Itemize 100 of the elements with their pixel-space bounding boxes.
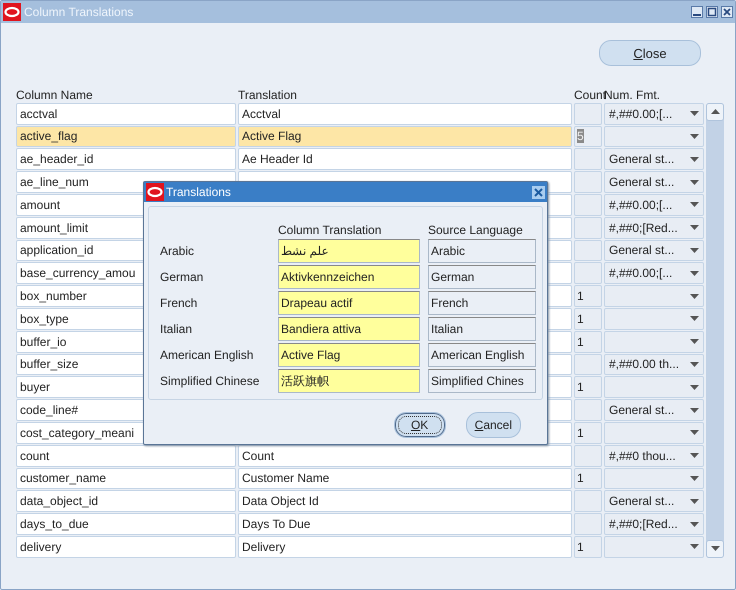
- caret-icon: [690, 362, 699, 367]
- caret-icon: [690, 430, 699, 436]
- caret-icon: [690, 111, 699, 116]
- scrollbar[interactable]: [706, 102, 724, 558]
- translation-cell[interactable]: Active Flag: [238, 126, 572, 148]
- caret-icon: [690, 384, 699, 390]
- format-dropdown[interactable]: #,##0.00;[...: [604, 102, 704, 125]
- column-name-cell[interactable]: count: [16, 444, 236, 467]
- translation-field[interactable]: Drapeau actif: [278, 291, 420, 315]
- format-dropdown[interactable]: General st...: [604, 148, 704, 170]
- logo-icon: [3, 3, 21, 21]
- caret-icon: [690, 544, 699, 550]
- caret-icon: [690, 294, 699, 299]
- translation-cell[interactable]: Delivery: [238, 536, 572, 558]
- scroll-up-button[interactable]: [706, 102, 724, 121]
- format-dropdown[interactable]: [604, 422, 704, 444]
- translation-cell[interactable]: Customer Name: [238, 468, 572, 490]
- close-icon[interactable]: [532, 186, 545, 198]
- count-field[interactable]: [574, 171, 602, 193]
- count-field[interactable]: [574, 513, 602, 535]
- format-dropdown[interactable]: [604, 126, 704, 148]
- translation-cell[interactable]: Count: [238, 444, 572, 467]
- format-dropdown[interactable]: General st...: [604, 490, 704, 512]
- language-label: Arabic: [160, 244, 196, 258]
- format-dropdown[interactable]: #,##0.00;[...: [604, 194, 704, 216]
- maximize-icon[interactable]: [706, 6, 718, 18]
- column-name-cell[interactable]: delivery: [16, 536, 236, 558]
- close-button[interactable]: Close: [599, 40, 701, 66]
- count-field[interactable]: [574, 102, 602, 125]
- count-field[interactable]: 1: [574, 468, 602, 490]
- translation-cell[interactable]: Ae Header Id: [238, 148, 572, 170]
- count-field[interactable]: 1: [574, 422, 602, 444]
- count-field[interactable]: [574, 490, 602, 512]
- caret-icon: [690, 339, 699, 344]
- translation-field[interactable]: Aktivkennzeichen: [278, 265, 420, 289]
- column-name-cell[interactable]: ae_header_id: [16, 148, 236, 170]
- count-field[interactable]: [574, 240, 602, 262]
- caret-icon: [690, 156, 699, 162]
- translation-field[interactable]: Bandiera attiva: [278, 317, 420, 341]
- caret-icon: [690, 202, 699, 208]
- format-dropdown[interactable]: #,##0;[Red...: [604, 216, 704, 239]
- format-dropdown[interactable]: General st...: [604, 240, 704, 262]
- column-name-cell[interactable]: data_object_id: [16, 490, 236, 512]
- translation-cell[interactable]: Data Object Id: [238, 490, 572, 512]
- format-dropdown[interactable]: #,##0.00 th...: [604, 354, 704, 376]
- format-dropdown[interactable]: [604, 330, 704, 353]
- caret-icon: [690, 522, 699, 527]
- count-field[interactable]: [574, 216, 602, 239]
- language-label: French: [160, 296, 198, 310]
- translation-field[interactable]: علم نشط: [278, 239, 420, 263]
- caret-icon: [690, 408, 699, 413]
- minimize-icon[interactable]: [691, 6, 703, 18]
- source-language-field: French: [428, 291, 536, 315]
- up-arrow-icon: [710, 109, 720, 114]
- format-dropdown[interactable]: #,##0;[Red...: [604, 513, 704, 535]
- format-dropdown[interactable]: #,##0.00;[...: [604, 262, 704, 284]
- ok-button[interactable]: OK: [394, 412, 446, 438]
- format-dropdown[interactable]: [604, 308, 704, 330]
- column-name-cell[interactable]: days_to_due: [16, 513, 236, 535]
- count-field[interactable]: 1: [574, 330, 602, 353]
- logo-icon: [146, 183, 164, 201]
- column-name-cell[interactable]: active_flag: [16, 126, 236, 148]
- translation-field[interactable]: 活跃旗帜: [278, 369, 420, 393]
- count-field[interactable]: 1: [574, 536, 602, 558]
- window-title: Column Translations: [24, 5, 134, 19]
- source-language-field: Italian: [428, 317, 536, 341]
- language-label: German: [160, 270, 204, 284]
- translation-field[interactable]: Active Flag: [278, 343, 420, 367]
- caret-icon: [690, 498, 699, 504]
- format-dropdown[interactable]: General st...: [604, 399, 704, 421]
- count-field[interactable]: 1: [574, 376, 602, 398]
- count-field[interactable]: [574, 354, 602, 376]
- column-header: Column Name: [16, 88, 94, 102]
- count-field[interactable]: 1: [574, 285, 602, 307]
- close-icon[interactable]: [721, 6, 733, 18]
- count-field[interactable]: [574, 148, 602, 170]
- scroll-down-button[interactable]: [706, 540, 724, 558]
- column-header: Translation: [238, 88, 298, 102]
- column-name-cell[interactable]: customer_name: [16, 468, 236, 490]
- count-field[interactable]: 1: [574, 308, 602, 330]
- count-field[interactable]: [574, 399, 602, 421]
- caret-icon: [690, 270, 699, 276]
- translation-cell[interactable]: Acctval: [238, 102, 572, 125]
- translation-cell[interactable]: Days To Due: [238, 513, 572, 535]
- format-dropdown[interactable]: [604, 285, 704, 307]
- format-dropdown[interactable]: [604, 468, 704, 490]
- source-language-field: Simplified Chines: [428, 369, 536, 393]
- count-field[interactable]: [574, 262, 602, 284]
- format-dropdown[interactable]: [604, 376, 704, 398]
- cancel-button[interactable]: Cancel: [466, 412, 521, 438]
- down-arrow-icon: [710, 546, 720, 552]
- count-field[interactable]: [574, 194, 602, 216]
- format-dropdown[interactable]: #,##0 thou...: [604, 444, 704, 467]
- column-name-cell[interactable]: acctval: [16, 102, 236, 125]
- caret-icon: [690, 476, 699, 481]
- caret-icon: [690, 180, 699, 185]
- count-field[interactable]: [574, 444, 602, 467]
- source-language-field: German: [428, 265, 536, 289]
- column-header: Num. Fmt.: [604, 88, 661, 102]
- format-dropdown[interactable]: General st...: [604, 171, 704, 193]
